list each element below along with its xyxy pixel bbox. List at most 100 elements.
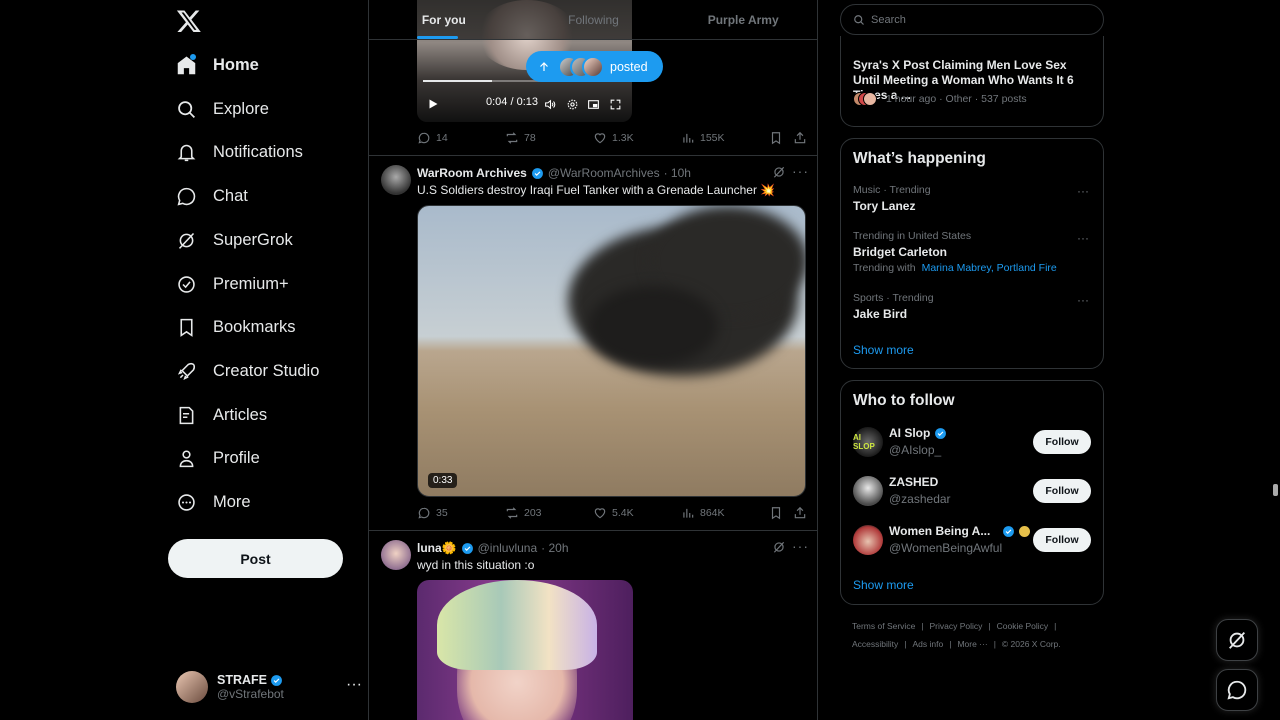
author-name[interactable]: WarRoom Archives	[417, 166, 527, 180]
trend-more-icon[interactable]: ···	[1077, 231, 1089, 245]
nav-supergrok[interactable]: SuperGrok	[168, 220, 348, 260]
suggestion-name: ZASHED	[889, 475, 939, 489]
nav-more[interactable]: More	[168, 482, 348, 522]
like-button[interactable]: 1.3K	[593, 131, 634, 145]
nav-profile[interactable]: Profile	[168, 438, 348, 478]
nav-premium[interactable]: Premium+	[168, 264, 348, 304]
avatar: AI SLOP	[853, 427, 883, 457]
avatar	[853, 525, 883, 555]
nav-articles-label: Articles	[213, 405, 268, 424]
nav-explore[interactable]: Explore	[168, 89, 348, 129]
grok-icon[interactable]	[772, 540, 786, 554]
avatar	[582, 55, 604, 78]
scrollbar-thumb[interactable]	[1273, 484, 1278, 496]
bookmark-icon[interactable]	[769, 131, 783, 145]
share-icon[interactable]	[793, 506, 807, 520]
search-icon	[854, 14, 864, 25]
footer-more-link[interactable]: More ···	[957, 639, 987, 649]
trend-name[interactable]: Tory Lanez	[853, 199, 915, 213]
share-icon[interactable]	[793, 131, 807, 145]
author-handle[interactable]: @WarRoomArchives	[548, 166, 660, 180]
person-icon	[179, 449, 194, 467]
post-image[interactable]	[417, 580, 633, 720]
bookmark-icon	[180, 318, 193, 337]
like-count: 5.4K	[612, 507, 634, 519]
reply-button[interactable]: 14	[417, 131, 448, 145]
avatar[interactable]	[381, 540, 411, 570]
follow-suggestion[interactable]: Women Being A... @WomenBeingAwful Follow	[853, 522, 1093, 558]
tab-following[interactable]: Following	[519, 0, 669, 39]
avatar[interactable]	[381, 165, 411, 195]
right-sidebar: Syra's X Post Claiming Men Love Sex Unti…	[840, 0, 1104, 720]
footer-ads-link[interactable]: Ads info	[913, 639, 944, 649]
tab-purple-army[interactable]: Purple Army	[668, 0, 817, 39]
rocket-icon	[177, 362, 196, 380]
volume-icon[interactable]	[544, 98, 557, 111]
account-switcher[interactable]: STRAFE @vStrafebot ···	[176, 668, 362, 706]
suggestion-name: AI Slop	[889, 426, 931, 440]
repost-button[interactable]: 78	[505, 131, 536, 145]
footer-cookie-link[interactable]: Cookie Policy	[997, 621, 1049, 631]
grok-icon[interactable]	[772, 165, 786, 179]
views-button[interactable]: 864K	[681, 506, 725, 520]
video-duration: 0:33	[428, 473, 458, 488]
footer-terms-link[interactable]: Terms of Service	[852, 621, 915, 631]
show-more-link[interactable]: Show more	[853, 343, 914, 357]
grok-fab[interactable]	[1216, 619, 1258, 661]
nav-home[interactable]: Home	[168, 45, 348, 85]
who-to-follow-card: Who to follow AI SLOP AI Slop @AIslop_ F…	[840, 380, 1104, 605]
footer-privacy-link[interactable]: Privacy Policy	[930, 621, 983, 631]
picture-in-picture-icon[interactable]	[587, 98, 600, 111]
bookmark-icon[interactable]	[769, 506, 783, 520]
new-posts-pill[interactable]: posted	[526, 51, 663, 82]
trend-more-icon[interactable]: ···	[1077, 184, 1089, 198]
follow-button[interactable]: Follow	[1033, 479, 1091, 503]
trend-with: Trending with Marina Mabrey, Portland Fi…	[853, 262, 1057, 274]
post-time[interactable]: · 10h	[664, 166, 691, 180]
like-button[interactable]: 5.4K	[593, 506, 634, 520]
reply-count: 35	[436, 507, 448, 519]
bell-icon	[177, 144, 196, 161]
suggestion-handle: @AIslop_	[889, 443, 942, 457]
post-button[interactable]: Post	[168, 539, 343, 578]
fullscreen-icon[interactable]	[609, 98, 622, 111]
trend-with-topics[interactable]: Marina Mabrey, Portland Fire	[922, 262, 1057, 274]
trend-name[interactable]: Bridget Carleton	[853, 245, 947, 259]
post-time[interactable]: · 20h	[541, 541, 568, 555]
tab-for-you[interactable]: For you	[369, 0, 519, 39]
repost-count: 78	[524, 132, 536, 144]
more-options-icon[interactable]: ···	[792, 163, 809, 179]
account-more-icon[interactable]: ···	[346, 676, 362, 694]
follow-button[interactable]: Follow	[1033, 430, 1091, 454]
show-more-link[interactable]: Show more	[853, 578, 914, 592]
search-icon	[178, 100, 195, 118]
nav-bookmarks[interactable]: Bookmarks	[168, 307, 348, 347]
search-input[interactable]	[871, 13, 1071, 26]
footer-accessibility-link[interactable]: Accessibility	[852, 639, 898, 649]
author-name[interactable]: luna🌼	[417, 541, 457, 555]
play-icon[interactable]	[427, 98, 439, 110]
nav-notifications[interactable]: Notifications	[168, 132, 348, 172]
messages-fab[interactable]	[1216, 669, 1258, 711]
nav-articles[interactable]: Articles	[168, 395, 348, 435]
author-handle[interactable]: @inluvluna	[478, 541, 538, 555]
x-logo-icon[interactable]	[176, 8, 202, 34]
post-video[interactable]: 0:33	[417, 205, 806, 497]
follow-suggestion[interactable]: ZASHED @zashedar Follow	[853, 473, 1093, 509]
trend-more-icon[interactable]: ···	[1077, 293, 1089, 307]
more-options-icon[interactable]: ···	[792, 538, 809, 554]
nav-chat[interactable]: Chat	[168, 176, 348, 216]
trend-context: Music · Trending	[853, 184, 931, 196]
follow-suggestion[interactable]: AI SLOP AI Slop @AIslop_ Follow	[853, 424, 1093, 460]
follow-button[interactable]: Follow	[1033, 528, 1091, 552]
repost-button[interactable]: 203	[505, 506, 542, 520]
nav-creator-studio[interactable]: Creator Studio	[168, 351, 348, 391]
views-button[interactable]: 155K	[681, 131, 725, 145]
search-bar[interactable]	[840, 4, 1104, 35]
video-progress-fill	[423, 80, 493, 82]
settings-icon[interactable]	[566, 98, 579, 111]
reply-button[interactable]: 35	[417, 506, 448, 520]
news-card[interactable]: Syra's X Post Claiming Men Love Sex Unti…	[840, 36, 1104, 127]
divider	[369, 530, 817, 531]
trend-name[interactable]: Jake Bird	[853, 307, 907, 321]
